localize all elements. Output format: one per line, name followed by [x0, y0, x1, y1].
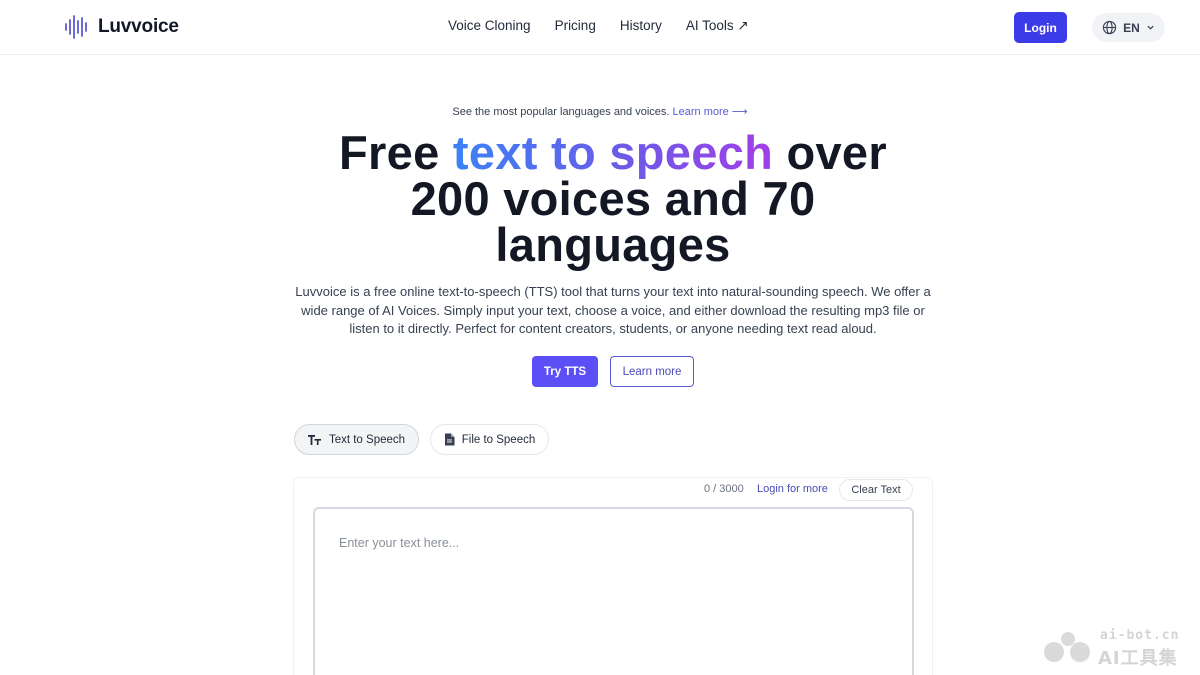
tab-text-to-speech[interactable]: Text to Speech — [294, 424, 419, 455]
brand-logo[interactable]: Luvvoice — [64, 14, 179, 40]
tab-text-to-speech-label: Text to Speech — [328, 433, 406, 446]
sound-wave-icon — [65, 15, 87, 39]
nav-item-pricing[interactable]: Pricing — [555, 18, 596, 34]
language-label: EN — [1123, 20, 1140, 35]
clear-text-button[interactable]: Clear Text — [839, 479, 913, 501]
watermark-url: ai-bot.cn — [1100, 628, 1180, 643]
nav-item-ai-tools[interactable]: AI Tools ↗ — [686, 18, 749, 34]
tab-file-to-speech-label: File to Speech — [461, 433, 536, 446]
tab-file-to-speech[interactable]: File to Speech — [430, 424, 549, 455]
announcement-bar: See the most popular languages and voice… — [0, 105, 1200, 118]
watermark-logo-icon — [1044, 632, 1090, 662]
character-counter: 0 / 3000 — [704, 483, 744, 495]
watermark-name: AI工具集 — [1098, 648, 1178, 669]
text-size-icon — [307, 434, 321, 445]
nav-item-history[interactable]: History — [620, 18, 662, 34]
top-header: Luvvoice Voice Cloning Pricing History A… — [0, 0, 1200, 55]
globe-icon — [1103, 20, 1117, 35]
hero-title: Free text to speech over 200 voices and … — [300, 129, 926, 268]
login-button[interactable]: Login — [1014, 12, 1067, 43]
hero-subtitle: Luvvoice is a free online text-to-speech… — [295, 284, 931, 337]
learn-more-button[interactable]: Learn more — [610, 356, 694, 387]
file-icon — [444, 433, 455, 446]
nav-item-voice-cloning[interactable]: Voice Cloning — [448, 18, 531, 34]
try-tts-button[interactable]: Try TTS — [532, 356, 598, 387]
language-selector[interactable]: EN — [1092, 13, 1165, 42]
watermark: ai-bot.cn AI工具集 — [1042, 628, 1192, 669]
text-input[interactable] — [313, 507, 914, 675]
login-for-more-link[interactable]: Login for more — [757, 483, 828, 495]
chevron-down-icon — [1147, 25, 1154, 30]
brand-name: Luvvoice — [98, 16, 179, 37]
main-nav: Voice Cloning Pricing History AI Tools ↗ — [448, 18, 749, 34]
announcement-text: See the most popular languages and voice… — [452, 106, 670, 118]
announcement-learn-more-link[interactable]: Learn more ⟶ — [673, 106, 748, 118]
